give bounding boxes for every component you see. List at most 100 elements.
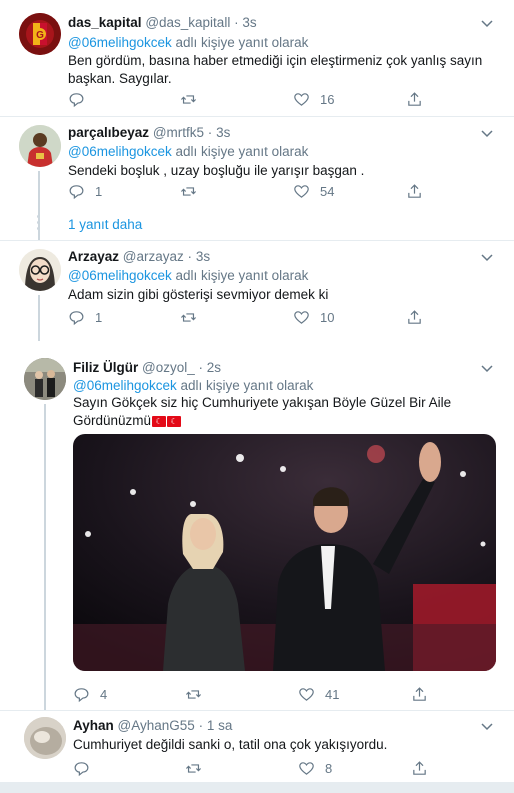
- reply-count: 1: [95, 183, 103, 199]
- like-count: 16: [320, 91, 335, 107]
- heart-icon: [294, 184, 309, 198]
- reply-icon: [74, 687, 89, 702]
- retweet-button[interactable]: [185, 684, 202, 704]
- retweet-icon: [185, 689, 202, 699]
- profile-photo-icon: [24, 717, 66, 759]
- reply-mention-link[interactable]: @06melihgokcek: [73, 378, 177, 393]
- avatar[interactable]: [24, 358, 66, 400]
- reply-icon: [69, 92, 84, 107]
- reply-button[interactable]: 1: [68, 181, 102, 201]
- author-name[interactable]: Arzayaz: [68, 249, 119, 264]
- author-name[interactable]: Filiz Ülgür: [73, 360, 138, 375]
- thread-dots: [37, 215, 40, 233]
- avatar[interactable]: G: [19, 13, 61, 55]
- author-handle[interactable]: @arzayaz: [123, 249, 184, 264]
- reply-icon: [74, 761, 89, 776]
- profile-photo-icon: [24, 358, 66, 400]
- chevron-down-icon[interactable]: [478, 15, 496, 33]
- reply-icon: [69, 184, 84, 199]
- tweet-text: Adam sizin gibi gösterişi sevmiyor demek…: [68, 287, 329, 302]
- tweet-time[interactable]: 1 sa: [207, 718, 233, 733]
- avatar[interactable]: [19, 249, 61, 291]
- reply-mention-link[interactable]: @06melihgokcek: [68, 35, 172, 50]
- retweet-icon: [180, 94, 197, 104]
- retweet-button[interactable]: [180, 89, 197, 109]
- share-button[interactable]: [411, 684, 428, 704]
- tweet-time[interactable]: 3s: [242, 15, 256, 30]
- chevron-down-icon[interactable]: [478, 125, 496, 143]
- reply-prefix: adlı kişiye yanıt olarak: [175, 35, 309, 50]
- like-count: 54: [320, 183, 335, 199]
- reply-button[interactable]: 4: [73, 684, 107, 704]
- reply-mention-link[interactable]: @06melihgokcek: [68, 268, 172, 283]
- retweet-button[interactable]: [185, 758, 202, 778]
- tweet-time[interactable]: 2s: [207, 360, 221, 375]
- author-handle[interactable]: @ozyol_: [142, 360, 195, 375]
- share-icon: [408, 91, 421, 106]
- like-button[interactable]: 8: [298, 758, 332, 778]
- share-button[interactable]: [406, 307, 423, 327]
- profile-photo-icon: [19, 249, 61, 291]
- author-handle[interactable]: @das_kapitall: [145, 15, 230, 30]
- share-button[interactable]: [411, 758, 428, 778]
- reply-count: 4: [100, 686, 108, 702]
- share-icon: [408, 183, 421, 198]
- retweet-icon: [180, 186, 197, 196]
- author-name[interactable]: Ayhan: [73, 718, 114, 733]
- like-button[interactable]: 54: [293, 181, 334, 201]
- chevron-down-icon[interactable]: [478, 249, 496, 267]
- reply-button[interactable]: 1: [68, 307, 102, 327]
- reply-prefix: adlı kişiye yanıt olarak: [175, 144, 309, 159]
- thread-line: [44, 404, 46, 710]
- heart-icon: [294, 310, 309, 324]
- svg-text:G: G: [36, 30, 44, 41]
- tweet-text-content: Sayın Gökçek siz hiç Cumhuriyete yakışan…: [73, 395, 452, 428]
- tweet-photo[interactable]: [73, 434, 496, 671]
- tweet-ayhan[interactable]: Ayhan @AyhanG55 · 1 sa Cumhuriyet değild…: [0, 711, 514, 782]
- tweet-text: Sayın Gökçek siz hiç Cumhuriyete yakışan…: [73, 394, 478, 430]
- reply-count: 1: [95, 309, 103, 325]
- like-count: 8: [325, 760, 333, 776]
- reply-button[interactable]: [68, 89, 95, 109]
- share-icon: [413, 760, 426, 775]
- reply-button[interactable]: [73, 758, 100, 778]
- avatar[interactable]: [19, 125, 61, 167]
- heart-icon: [294, 92, 309, 106]
- like-button[interactable]: 41: [298, 684, 339, 704]
- tweet-parcalibeyaz[interactable]: parçalıbeyaz @mrtfk5 · 3s @06melihgokcek…: [0, 117, 514, 240]
- author-name[interactable]: parçalıbeyaz: [68, 125, 149, 140]
- avatar[interactable]: [24, 717, 66, 759]
- share-button[interactable]: [406, 181, 423, 201]
- like-count: 10: [320, 309, 335, 325]
- retweet-icon: [180, 312, 197, 322]
- reply-mention-link[interactable]: @06melihgokcek: [68, 144, 172, 159]
- heart-icon: [299, 761, 314, 775]
- tweet-das-kapital[interactable]: G das_kapital @das_kapitall · 3s @06meli…: [0, 0, 514, 116]
- like-button[interactable]: 10: [293, 307, 334, 327]
- tweet-arzayaz[interactable]: Arzayaz @arzayaz · 3s @06melihgokcek adl…: [0, 241, 514, 341]
- galatasaray-logo-icon: G: [19, 13, 61, 55]
- like-button[interactable]: 16: [293, 89, 334, 109]
- tweet-time[interactable]: 3s: [216, 125, 230, 140]
- reply-icon: [69, 310, 84, 325]
- turkey-flag-icon: ☾: [152, 415, 167, 427]
- share-icon: [408, 309, 421, 324]
- like-count: 41: [325, 686, 340, 702]
- tweet-time[interactable]: 3s: [196, 249, 210, 264]
- reply-prefix: adlı kişiye yanıt olarak: [180, 378, 314, 393]
- chevron-down-icon[interactable]: [478, 360, 496, 378]
- chevron-down-icon[interactable]: [478, 718, 496, 736]
- tweet-text: Ben gördüm, basına haber etmediği için e…: [68, 53, 483, 86]
- timeline-footer-strip: [0, 782, 514, 793]
- author-name[interactable]: das_kapital: [68, 15, 142, 30]
- author-handle[interactable]: @mrtfk5: [153, 125, 204, 140]
- couple-on-stage-image: [73, 434, 496, 671]
- author-handle[interactable]: @AyhanG55: [118, 718, 195, 733]
- share-button[interactable]: [406, 89, 423, 109]
- retweet-button[interactable]: [180, 181, 197, 201]
- more-replies-link[interactable]: 1 yanıt daha: [68, 217, 142, 232]
- share-icon: [413, 686, 426, 701]
- retweet-button[interactable]: [180, 307, 197, 327]
- profile-photo-icon: [19, 125, 61, 167]
- retweet-icon: [185, 763, 202, 773]
